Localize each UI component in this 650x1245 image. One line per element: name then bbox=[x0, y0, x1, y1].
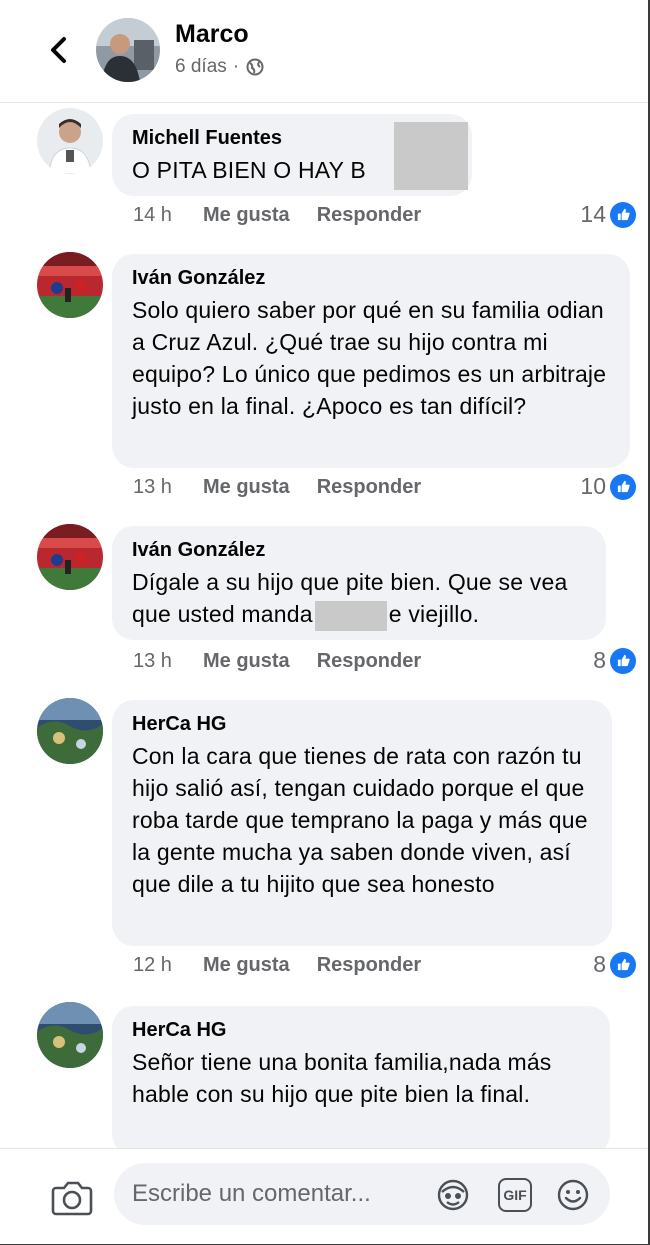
comment-actions: 12 h Me gusta Responder bbox=[133, 954, 421, 977]
comment-text: Solo quiero saber por qué en su familia … bbox=[132, 297, 607, 419]
emoji-icon[interactable] bbox=[556, 1178, 590, 1212]
comment-time: 12 h bbox=[133, 954, 172, 976]
avatar[interactable] bbox=[96, 18, 160, 82]
audience-icon bbox=[246, 58, 264, 76]
reaction-count[interactable]: 14 bbox=[580, 201, 636, 228]
avatar[interactable] bbox=[37, 108, 103, 174]
reaction-number: 10 bbox=[580, 473, 606, 499]
post-author-name[interactable]: Marco bbox=[175, 20, 249, 49]
like-button[interactable]: Me gusta bbox=[203, 650, 290, 673]
like-button[interactable]: Me gusta bbox=[203, 954, 290, 977]
comment-bubble: Michell Fuentes O PITA BIEN O HAY B bbox=[112, 114, 472, 196]
like-button[interactable]: Me gusta bbox=[203, 476, 290, 499]
comment-text: O PITA BIEN O HAY B bbox=[132, 122, 468, 190]
redaction-box bbox=[314, 600, 387, 631]
comment-bubble: HerCa HG Con la cara que tienes de rata … bbox=[112, 700, 612, 946]
gif-button[interactable]: GIF bbox=[498, 1178, 532, 1212]
post-time: 6 días bbox=[175, 56, 227, 77]
comment-time: 14 h bbox=[133, 204, 172, 226]
comment-text: Señor tiene una bonita familia,nada más … bbox=[132, 1049, 552, 1107]
thumbs-up-icon bbox=[610, 473, 636, 500]
reply-button[interactable]: Responder bbox=[317, 954, 421, 977]
comment-bubble: HerCa HG Señor tiene una bonita familia,… bbox=[112, 1006, 610, 1156]
comment-author[interactable]: HerCa HG bbox=[132, 712, 592, 736]
comment-author[interactable]: Iván González bbox=[132, 266, 610, 290]
comment-bubble: Iván González Solo quiero saber por qué … bbox=[112, 254, 630, 468]
comment-text: Dígale a su hijo que pite bien. Que se v… bbox=[132, 566, 586, 631]
comment-author[interactable]: HerCa HG bbox=[132, 1018, 590, 1042]
comment-placeholder: Escribe un comentar... bbox=[132, 1180, 371, 1207]
thumbs-up-icon bbox=[610, 201, 636, 228]
post-meta: 6 días · bbox=[175, 56, 265, 78]
avatar[interactable] bbox=[37, 1002, 103, 1068]
reaction-number: 8 bbox=[593, 951, 606, 977]
avatar[interactable] bbox=[37, 524, 103, 590]
thumbs-up-icon bbox=[610, 951, 636, 978]
comment-input[interactable]: Escribe un comentar... GIF bbox=[114, 1163, 610, 1225]
avatar[interactable] bbox=[37, 252, 103, 318]
comment-time: 13 h bbox=[133, 650, 172, 672]
thumbs-up-icon bbox=[610, 647, 636, 674]
comment-actions: 14 h Me gusta Responder bbox=[133, 204, 421, 227]
comment-actions: 13 h Me gusta Responder bbox=[133, 476, 421, 499]
comment-actions: 13 h Me gusta Responder bbox=[133, 650, 421, 673]
reaction-count[interactable]: 10 bbox=[580, 473, 636, 500]
reply-button[interactable]: Responder bbox=[317, 650, 421, 673]
app-frame: Marco 6 días · Michell Fuentes O PITA BI… bbox=[0, 0, 650, 1245]
like-button[interactable]: Me gusta bbox=[203, 204, 290, 227]
back-button[interactable] bbox=[40, 30, 80, 70]
meta-dot: · bbox=[232, 56, 240, 77]
camera-icon bbox=[51, 1181, 93, 1216]
comment-composer: Escribe un comentar... GIF bbox=[0, 1148, 648, 1244]
reaction-number: 14 bbox=[580, 201, 606, 227]
avatar[interactable] bbox=[37, 698, 103, 764]
comment-time: 13 h bbox=[133, 476, 172, 498]
reply-button[interactable]: Responder bbox=[317, 204, 421, 227]
avatar-sticker-icon[interactable] bbox=[436, 1178, 470, 1212]
comment-bubble: Iván González Dígale a su hijo que pite … bbox=[112, 526, 606, 640]
reaction-number: 8 bbox=[593, 647, 606, 673]
post-header: Marco 6 días · bbox=[0, 0, 648, 103]
camera-button[interactable] bbox=[50, 1177, 94, 1217]
reaction-count[interactable]: 8 bbox=[593, 951, 636, 978]
comment-author[interactable]: Iván González bbox=[132, 538, 586, 562]
reaction-count[interactable]: 8 bbox=[593, 647, 636, 674]
comment-text: Con la cara que tienes de rata con razón… bbox=[132, 743, 588, 897]
chevron-left-icon bbox=[51, 37, 66, 63]
redaction-box bbox=[394, 122, 468, 190]
reply-button[interactable]: Responder bbox=[317, 476, 421, 499]
